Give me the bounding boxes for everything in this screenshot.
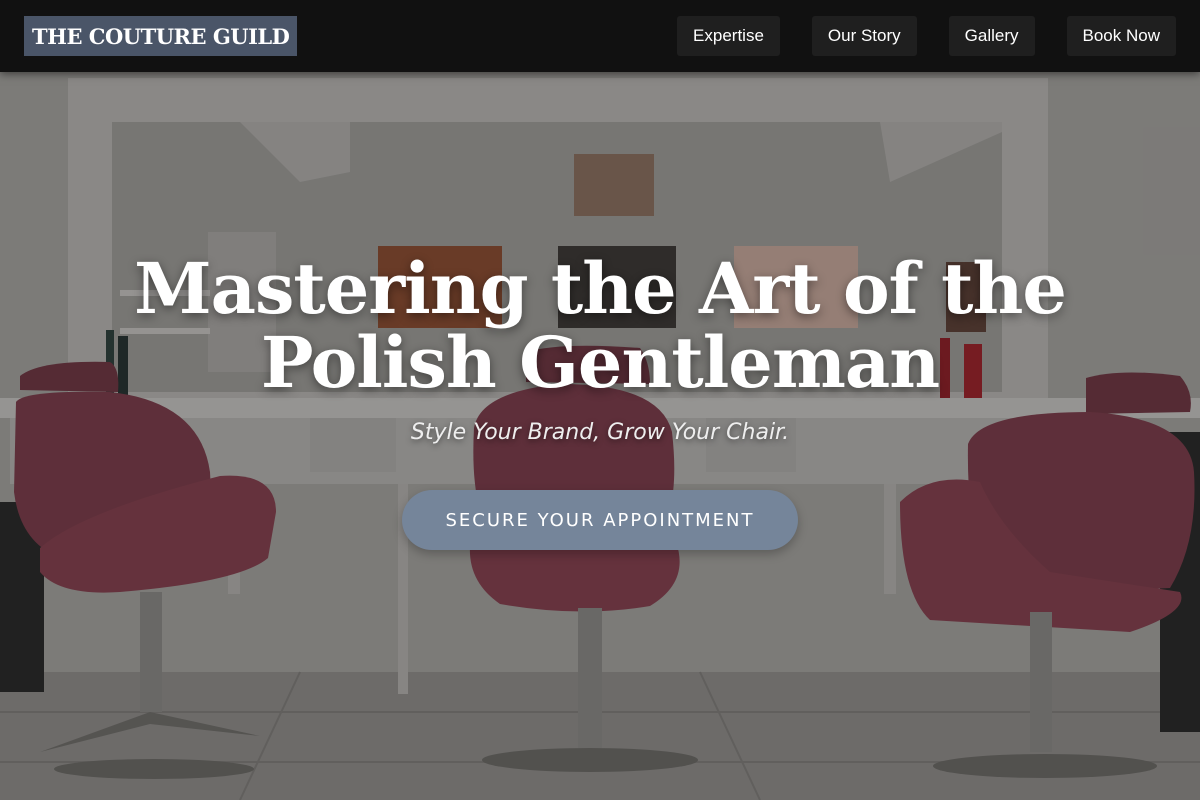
hero-content: Mastering the Art of the Polish Gentlema…: [0, 72, 1200, 800]
logo-text: THE COUTURE GUILD: [32, 23, 290, 49]
hero-tagline: Style Your Brand, Grow Your Chair.: [410, 420, 790, 445]
nav-book-now[interactable]: Book Now: [1066, 16, 1176, 56]
main-nav: Expertise Our Story Gallery Book Now: [677, 16, 1176, 56]
site-header: THE COUTURE GUILD Expertise Our Story Ga…: [0, 0, 1200, 72]
hero-headline: Mastering the Art of the Polish Gentlema…: [0, 252, 1200, 400]
secure-appointment-button[interactable]: SECURE YOUR APPOINTMENT: [402, 490, 798, 550]
hero-headline-line1: Mastering the Art of the: [134, 247, 1067, 330]
nav-our-story[interactable]: Our Story: [811, 16, 917, 56]
nav-gallery[interactable]: Gallery: [948, 16, 1035, 56]
hero-headline-line2: Polish Gentleman: [260, 321, 940, 404]
site-logo[interactable]: THE COUTURE GUILD: [24, 16, 298, 56]
nav-expertise[interactable]: Expertise: [677, 16, 780, 56]
hero-section: Mastering the Art of the Polish Gentlema…: [0, 72, 1200, 800]
